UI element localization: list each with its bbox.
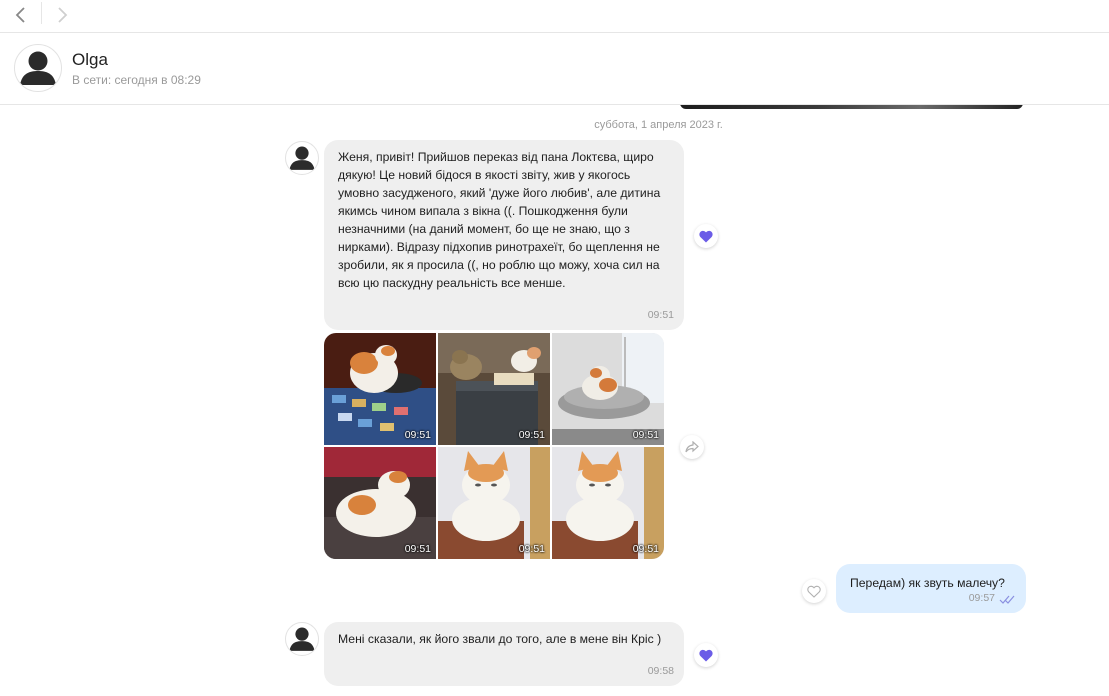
message-time: 09:57 — [968, 592, 995, 604]
message-time: 09:51 — [647, 309, 674, 321]
photo-thumbnail[interactable]: 09:51 — [552, 333, 664, 445]
share-button[interactable] — [680, 435, 704, 459]
reaction-heart-filled[interactable] — [694, 224, 718, 248]
default-user-icon — [20, 51, 56, 85]
conversation-header: Olga В сети: сегодня в 08:29 — [0, 33, 1109, 105]
photo-thumbnail[interactable]: 09:51 — [324, 447, 436, 559]
message-text: Мені сказали, як його звали до того, але… — [338, 632, 662, 646]
reaction-heart-filled[interactable] — [694, 643, 718, 667]
heart-filled-icon — [699, 230, 713, 242]
default-user-icon — [289, 146, 315, 170]
photo-thumbnail[interactable]: 09:51 — [438, 333, 550, 445]
back-arrow-icon[interactable] — [10, 4, 32, 26]
photo-grid: 09:51 09:51 09:51 09:51 09:51 09:51 — [324, 333, 664, 559]
default-user-icon — [289, 627, 315, 651]
photo-thumbnail[interactable]: 09:51 — [552, 447, 664, 559]
message-list[interactable]: суббота, 1 апреля 2023 г. Женя, привіт! … — [0, 105, 1109, 696]
reaction-heart-outline[interactable] — [802, 579, 826, 603]
sender-avatar[interactable] — [285, 141, 319, 175]
photo-time: 09:51 — [404, 429, 431, 441]
outgoing-message[interactable]: Передам) як звуть малечу? 09:57 — [836, 564, 1026, 613]
photo-time: 09:51 — [404, 543, 431, 555]
share-icon — [685, 441, 699, 453]
message-time: 09:58 — [647, 665, 674, 677]
nav-divider — [41, 2, 42, 24]
previous-photo-edge[interactable] — [680, 105, 1023, 109]
incoming-message[interactable]: Мені сказали, як його звали до того, але… — [324, 622, 684, 686]
photo-thumbnail[interactable]: 09:51 — [438, 447, 550, 559]
double-check-icon — [999, 595, 1015, 604]
top-navigation — [0, 0, 1109, 33]
heart-outline-icon — [807, 585, 821, 598]
photo-time: 09:51 — [518, 429, 545, 441]
forward-arrow-icon[interactable] — [51, 4, 73, 26]
photo-thumbnail[interactable]: 09:51 — [324, 333, 436, 445]
photo-time: 09:51 — [632, 543, 659, 555]
heart-filled-icon — [699, 649, 713, 661]
photo-time: 09:51 — [632, 429, 659, 441]
photo-time: 09:51 — [518, 543, 545, 555]
sender-avatar[interactable] — [285, 622, 319, 656]
contact-name[interactable]: Olga — [72, 50, 108, 70]
contact-status: В сети: сегодня в 08:29 — [72, 73, 201, 87]
incoming-message[interactable]: Женя, привіт! Прийшов переказ від пана Л… — [324, 140, 684, 330]
contact-avatar[interactable] — [14, 44, 62, 92]
message-text: Женя, привіт! Прийшов переказ від пана Л… — [338, 150, 661, 290]
date-separator: суббота, 1 апреля 2023 г. — [594, 119, 723, 131]
